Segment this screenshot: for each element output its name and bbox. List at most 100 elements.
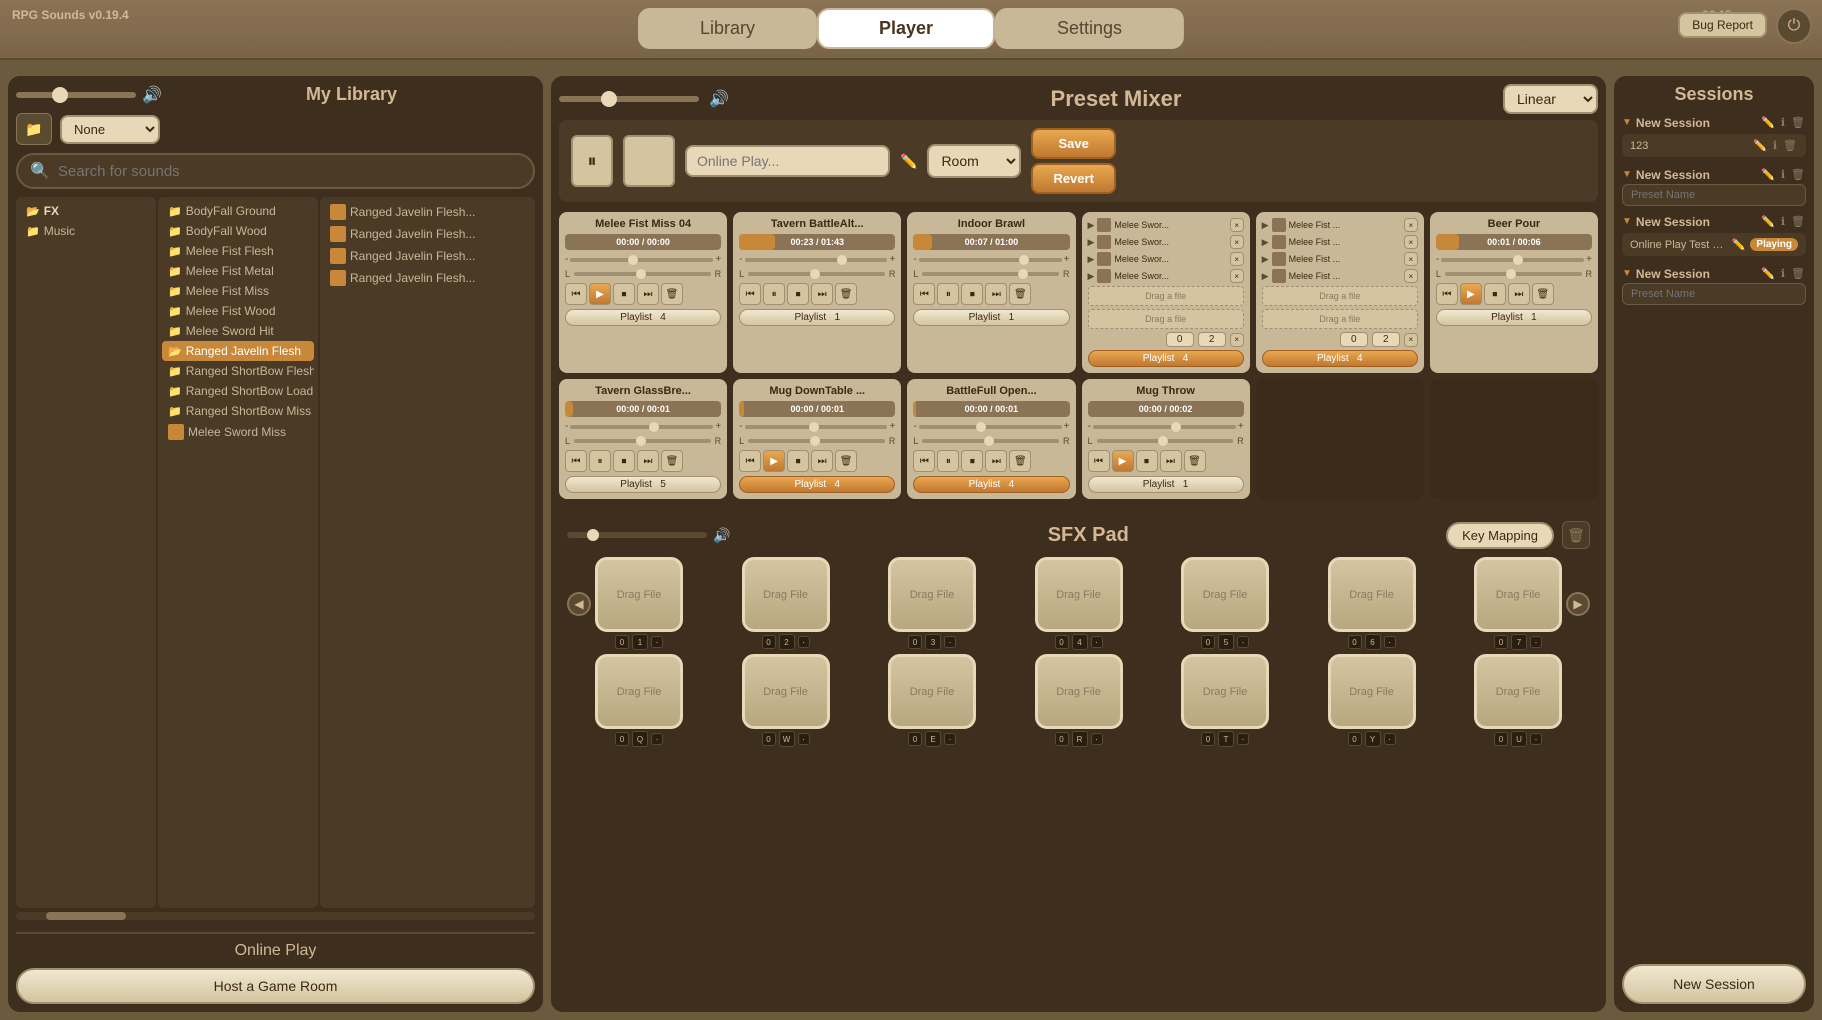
sfx-pad-button[interactable]: Drag File (888, 654, 976, 729)
power-button[interactable]: ⏻ (1776, 8, 1812, 44)
card-forward-button[interactable]: ⏭ (1160, 450, 1182, 472)
sfx-pad-button[interactable]: Drag File (1035, 654, 1123, 729)
drag-file-box[interactable]: Drag a file (1262, 286, 1418, 306)
card-stop-button[interactable]: ⏹ (1136, 450, 1158, 472)
sfx-pad-button[interactable]: Drag File (1474, 557, 1562, 632)
sfx-pad-button[interactable]: Drag File (1328, 654, 1416, 729)
playlist-button[interactable]: Playlist 5 (565, 476, 721, 493)
list-item[interactable]: Ranged Javelin Flesh... (324, 245, 531, 267)
card-delete-button[interactable]: 🗑 (1009, 283, 1031, 305)
count-close-button[interactable]: × (1404, 333, 1418, 347)
session-info-button[interactable]: ℹ (1780, 214, 1786, 229)
sfx-pad-button[interactable]: Drag File (742, 557, 830, 632)
card-play-button[interactable]: ▶ (763, 450, 785, 472)
session-arrow[interactable]: ▼ (1622, 169, 1632, 180)
edit-session-icon[interactable]: ✏️ (900, 153, 917, 170)
session-name-input[interactable] (685, 145, 890, 177)
category-music[interactable]: 📁 Music (20, 221, 152, 241)
key-mapping-button[interactable]: Key Mapping (1446, 522, 1554, 549)
card-pause-button[interactable]: ⏸ (763, 283, 785, 305)
pan-slider[interactable] (574, 272, 711, 276)
playlist-button[interactable]: Playlist 1 (1436, 309, 1592, 326)
card-stop-button[interactable]: ⏹ (787, 283, 809, 305)
card-back-button[interactable]: ⏮ (1088, 450, 1110, 472)
session-edit-button[interactable]: ✏️ (1760, 115, 1776, 130)
session-delete-button[interactable]: 🗑 (1790, 266, 1806, 281)
session-sub-delete[interactable]: 🗑 (1782, 138, 1798, 153)
card-pause-button[interactable]: ⏸ (937, 450, 959, 472)
card-back-button[interactable]: ⏮ (913, 283, 935, 305)
playlist-button[interactable]: Playlist 4 (1262, 350, 1418, 367)
card-play-button[interactable]: ▶ (1460, 283, 1482, 305)
card-stop-button[interactable]: ⏹ (613, 283, 635, 305)
category-fx[interactable]: 📂 FX (20, 201, 152, 221)
list-item[interactable]: Melee Sword Miss (162, 421, 314, 443)
list-item[interactable]: 📁Melee Sword Hit (162, 321, 314, 341)
session-delete-button[interactable]: 🗑 (1790, 115, 1806, 130)
stop-button[interactable] (623, 135, 675, 187)
card-stop-button[interactable]: ⏹ (961, 283, 983, 305)
card-stop-button[interactable]: ⏹ (961, 450, 983, 472)
playlist-button[interactable]: Playlist 4 (1088, 350, 1244, 367)
new-session-button[interactable]: New Session (1622, 964, 1806, 1004)
track-delete-button[interactable]: × (1230, 218, 1244, 232)
card-delete-button[interactable]: 🗑 (1184, 450, 1206, 472)
count-input[interactable] (1166, 332, 1194, 347)
sfx-pad-button[interactable]: Drag File (1181, 654, 1269, 729)
pan-slider[interactable] (922, 272, 1059, 276)
filter-select[interactable]: None (60, 115, 160, 144)
playlist-button[interactable]: Playlist 4 (565, 309, 721, 326)
card-delete-button[interactable]: 🗑 (1009, 450, 1031, 472)
card-forward-button[interactable]: ⏭ (811, 283, 833, 305)
track-delete-button[interactable]: × (1230, 235, 1244, 249)
revert-button[interactable]: Revert (1031, 163, 1115, 194)
session-sub-info[interactable]: ℹ (1772, 138, 1778, 153)
volume-slider[interactable] (1093, 425, 1236, 429)
card-delete-button[interactable]: 🗑 (835, 283, 857, 305)
card-stop-button[interactable]: ⏹ (613, 450, 635, 472)
session-info-button[interactable]: ℹ (1780, 266, 1786, 281)
card-play-button[interactable]: ▶ (1112, 450, 1134, 472)
card-forward-button[interactable]: ⏭ (985, 283, 1007, 305)
pause-button[interactable]: ⏸ (571, 135, 613, 187)
sfx-pad-button[interactable]: Drag File (888, 557, 976, 632)
sfx-pad-button[interactable]: Drag File (1035, 557, 1123, 632)
pan-slider[interactable] (574, 439, 711, 443)
sfx-pad-button[interactable]: Drag File (1181, 557, 1269, 632)
bug-report-button[interactable]: Bug Report (1678, 12, 1767, 38)
card-delete-button[interactable]: 🗑 (1532, 283, 1554, 305)
session-edit-button[interactable]: ✏️ (1760, 167, 1776, 182)
session-arrow[interactable]: ▼ (1622, 117, 1632, 128)
search-input[interactable] (58, 163, 521, 180)
card-play-button[interactable]: ▶ (589, 283, 611, 305)
player-volume-slider[interactable] (559, 96, 699, 102)
filter-icon-button[interactable]: 📁 (16, 113, 52, 145)
track-delete-button[interactable]: × (1404, 235, 1418, 249)
session-edit-button[interactable]: ✏️ (1760, 266, 1776, 281)
pan-slider[interactable] (748, 439, 885, 443)
count-input-2[interactable] (1372, 332, 1400, 347)
card-pause-button[interactable]: ⏸ (589, 450, 611, 472)
sfx-pad-button[interactable]: Drag File (742, 654, 830, 729)
list-item[interactable]: 📁Ranged ShortBow Load (162, 381, 314, 401)
card-delete-button[interactable]: 🗑 (661, 450, 683, 472)
list-item[interactable]: 📁BodyFall Ground (162, 201, 314, 221)
sfx-trash-button[interactable]: 🗑 (1562, 521, 1590, 549)
sfx-pad-button[interactable]: Drag File (595, 654, 683, 729)
list-item[interactable]: Ranged Javelin Flesh... (324, 201, 531, 223)
volume-slider[interactable] (570, 425, 713, 429)
card-delete-button[interactable]: 🗑 (661, 283, 683, 305)
volume-slider[interactable] (919, 258, 1062, 262)
card-back-button[interactable]: ⏮ (913, 450, 935, 472)
track-delete-button[interactable]: × (1230, 269, 1244, 283)
count-close-button[interactable]: × (1230, 333, 1244, 347)
host-game-room-button[interactable]: Host a Game Room (16, 968, 535, 1004)
track-delete-button[interactable]: × (1404, 269, 1418, 283)
session-arrow[interactable]: ▼ (1622, 268, 1632, 279)
sfx-pad-button[interactable]: Drag File (1328, 557, 1416, 632)
list-item[interactable]: 📁Melee Fist Flesh (162, 241, 314, 261)
card-delete-button[interactable]: 🗑 (835, 450, 857, 472)
card-back-button[interactable]: ⏮ (1436, 283, 1458, 305)
pan-slider[interactable] (1445, 272, 1582, 276)
card-forward-button[interactable]: ⏭ (985, 450, 1007, 472)
